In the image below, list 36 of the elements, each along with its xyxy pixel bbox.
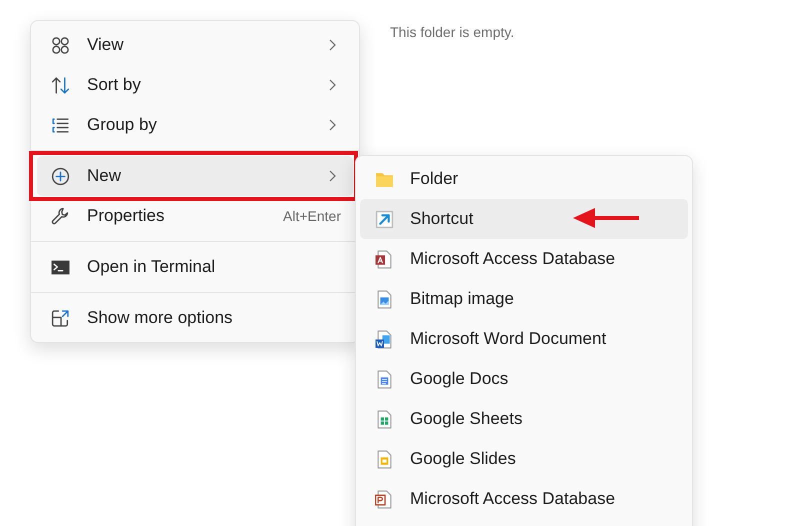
image-file-icon	[375, 290, 394, 308]
menu-item[interactable]: Bitmap image	[360, 279, 688, 319]
expand-window-icon	[51, 308, 70, 328]
menu-item[interactable]: Google Sheets	[360, 399, 688, 439]
menu-item[interactable]: Google Slides	[360, 439, 688, 479]
menu-item[interactable]: Google Docs	[360, 359, 688, 399]
slides-icon	[375, 450, 394, 468]
menu-item[interactable]: New	[37, 156, 353, 196]
wrench-icon	[51, 206, 70, 226]
document-icon	[375, 370, 394, 388]
menu-item[interactable]: Shortcut	[360, 199, 688, 239]
shortcut-label: Alt+Enter	[283, 208, 341, 224]
presentation-file-icon	[375, 490, 394, 508]
chevron-icon	[328, 79, 337, 91]
spreadsheet-icon	[375, 410, 394, 428]
menu-item[interactable]: Open in Terminal	[37, 247, 353, 287]
menu-item[interactable]: View	[37, 25, 353, 65]
plus-circle-icon	[51, 166, 70, 186]
menu-item[interactable]: Folder	[360, 159, 688, 199]
empty-folder-message: This folder is empty.	[390, 24, 514, 40]
database-file-icon	[375, 250, 394, 268]
menu-item[interactable]: Show more options	[37, 298, 353, 338]
menu-item[interactable]: Microsoft Word Document	[360, 319, 688, 359]
word-file-icon	[375, 330, 394, 348]
menu-item[interactable]: Microsoft Access Database	[360, 479, 688, 519]
terminal-icon	[51, 258, 70, 276]
list-icon	[51, 116, 70, 134]
chevron-icon	[328, 39, 337, 51]
chevron-icon	[328, 170, 337, 182]
grid-icon	[51, 36, 70, 54]
menu-item[interactable]: Group by	[37, 105, 353, 145]
menu-item[interactable]: Properties Alt+Enter	[37, 196, 353, 236]
sort-arrows-icon	[51, 76, 70, 94]
menu-item[interactable]: Microsoft Access Database	[360, 239, 688, 279]
menu-item[interactable]: Sort by	[37, 65, 353, 105]
chevron-icon	[328, 119, 337, 131]
